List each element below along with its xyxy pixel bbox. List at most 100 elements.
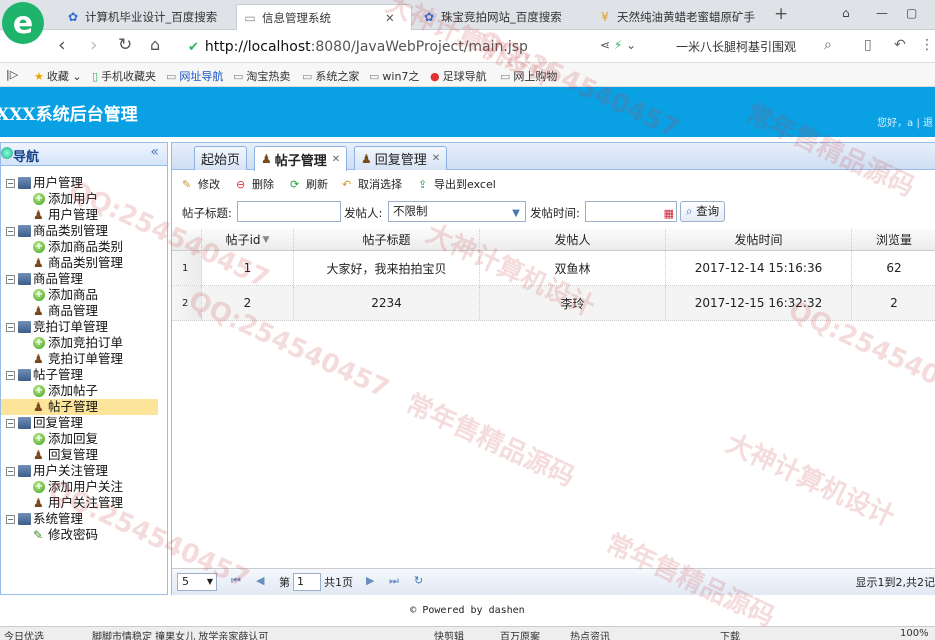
- sidebar-item[interactable]: + 添加帖子: [1, 383, 167, 399]
- sidebar-group[interactable]: − 帖子管理: [1, 367, 167, 383]
- column-header-views[interactable]: 浏览量: [852, 229, 935, 250]
- sidebar-group[interactable]: − 回复管理: [1, 415, 167, 431]
- sidebar-item[interactable]: ♟ 竞拍订单管理: [1, 351, 167, 367]
- edit-button[interactable]: ✎ 修改: [182, 176, 220, 192]
- shirt-icon[interactable]: ⌂: [842, 6, 850, 20]
- home-icon[interactable]: ⌂: [150, 35, 160, 54]
- sidebar-item[interactable]: ♟ 帖子管理: [1, 399, 158, 415]
- sidebar-item[interactable]: ♟ 用户管理: [1, 207, 167, 223]
- refresh-icon: ⟳: [290, 178, 300, 191]
- table-row[interactable]: 1 1 大家好，我来拍拍宝贝 双鱼林 2017-12-14 15:16:36 62: [172, 251, 935, 286]
- bookmark-shopping[interactable]: ▭ 网上购物: [500, 68, 557, 84]
- refresh-icon[interactable]: ↻: [414, 574, 423, 587]
- undo-icon[interactable]: ↶: [894, 37, 906, 53]
- query-button[interactable]: ⌕ 查询: [680, 201, 726, 222]
- bookmark-football[interactable]: ● 足球导航: [430, 68, 487, 84]
- status-item[interactable]: 百万原案: [500, 628, 540, 640]
- sidebar-group[interactable]: − 用户管理: [1, 175, 167, 191]
- page-number-input[interactable]: 1: [293, 573, 321, 591]
- collapse-toggle-icon[interactable]: −: [6, 515, 15, 524]
- status-item[interactable]: 脚脚市情稳定 撞果女儿 放学亲家薛认可: [92, 628, 268, 640]
- sidebar-toggle-icon[interactable]: |▷: [6, 68, 18, 81]
- title-search-input[interactable]: [237, 201, 341, 222]
- column-header-time[interactable]: 发帖时间: [666, 229, 852, 250]
- share-icon[interactable]: ⋖ ⚡ ⌄: [600, 38, 636, 52]
- last-page-icon[interactable]: ⏭: [389, 574, 399, 588]
- page-size-select[interactable]: 5 ▼: [177, 573, 217, 591]
- bookmark-xitong[interactable]: ▭ 系统之家: [302, 68, 359, 84]
- sidebar-item[interactable]: + 添加用户: [1, 191, 167, 207]
- prev-page-icon[interactable]: ◀: [256, 574, 264, 587]
- reload-icon[interactable]: ↻: [118, 35, 132, 55]
- column-header-title[interactable]: 帖子标题: [294, 229, 480, 250]
- collapse-toggle-icon[interactable]: −: [6, 179, 15, 188]
- status-item[interactable]: 快剪辑: [434, 628, 464, 640]
- collapse-toggle-icon[interactable]: −: [6, 419, 15, 428]
- sidebar-group[interactable]: − 商品类别管理: [1, 223, 167, 239]
- tab-home[interactable]: 起始页: [194, 146, 248, 170]
- sidebar-group[interactable]: − 商品管理: [1, 271, 167, 287]
- forward-icon[interactable]: ›: [90, 34, 98, 56]
- sidebar-item[interactable]: + 添加竞拍订单: [1, 335, 167, 351]
- sidebar-item[interactable]: ♟ 用户关注管理: [1, 495, 167, 511]
- sidebar-group[interactable]: − 用户关注管理: [1, 463, 167, 479]
- user-icon: ♟: [33, 304, 44, 318]
- browser-tab-2[interactable]: ▭ 信息管理系统 ✕: [236, 4, 412, 30]
- url-field[interactable]: ✔ http://localhost:8080/JavaWebProject/m…: [188, 35, 668, 59]
- minimize-icon[interactable]: —: [876, 6, 888, 20]
- search-hint[interactable]: 一米八长腿柯基引围观: [676, 38, 796, 55]
- sidebar-group[interactable]: − 系统管理: [1, 511, 167, 527]
- sidebar-item[interactable]: ♟ 商品管理: [1, 303, 167, 319]
- close-icon[interactable]: ✕: [432, 153, 440, 164]
- new-tab-icon[interactable]: +: [774, 4, 788, 24]
- collapse-toggle-icon[interactable]: −: [6, 467, 15, 476]
- sidebar-item[interactable]: ♟ 商品类别管理: [1, 255, 167, 271]
- column-header-id[interactable]: 帖子id ▼: [202, 229, 294, 250]
- sidebar-item[interactable]: ♟ 回复管理: [1, 447, 167, 463]
- sidebar-item[interactable]: ✎ 修改密码: [1, 527, 167, 543]
- tab-post-management[interactable]: ♟ 帖子管理 ✕: [254, 146, 348, 171]
- menu-icon[interactable]: ⋮: [920, 37, 934, 53]
- status-item[interactable]: 热点资讯: [570, 628, 610, 640]
- bookmark-nav[interactable]: ▭ 网址导航: [166, 68, 223, 84]
- status-item[interactable]: 今日优选: [4, 628, 44, 640]
- browser-tab-4[interactable]: ¥ 天然纯油黄蜡老蜜蜡原矿手: [592, 4, 768, 30]
- collapse-toggle-icon[interactable]: −: [6, 323, 15, 332]
- first-page-icon[interactable]: ⏮: [231, 574, 241, 588]
- search-icon[interactable]: ⌕: [824, 37, 832, 53]
- collapse-toggle-icon[interactable]: −: [6, 371, 15, 380]
- collapse-icon[interactable]: «: [150, 144, 159, 160]
- phone-icon[interactable]: ▯: [864, 37, 872, 53]
- sidebar-item[interactable]: + 添加回复: [1, 431, 167, 447]
- sidebar-item[interactable]: + 添加商品类别: [1, 239, 167, 255]
- status-item[interactable]: 下载: [720, 628, 740, 640]
- calendar-icon[interactable]: ▦: [664, 204, 674, 223]
- refresh-button[interactable]: ⟳ 刷新: [290, 176, 328, 192]
- bookmark-win7[interactable]: ▭ win7之: [369, 68, 419, 84]
- browser-tab-1[interactable]: ✿ 计算机毕业设计_百度搜索: [60, 4, 230, 30]
- close-icon[interactable]: ✕: [332, 154, 340, 165]
- bookmark-mobile[interactable]: ▯ 手机收藏夹: [92, 68, 156, 84]
- tab-reply-management[interactable]: ♟ 回复管理 ✕: [354, 146, 448, 170]
- cancel-selection-button[interactable]: ↶ 取消选择: [342, 176, 402, 192]
- back-icon[interactable]: ‹: [58, 34, 66, 56]
- next-page-icon[interactable]: ▶: [366, 574, 374, 587]
- table-row[interactable]: 2 2 2234 李玲 2017-12-15 16:32:32 2: [172, 286, 935, 321]
- time-search-input[interactable]: ▦: [585, 201, 677, 222]
- restore-icon[interactable]: ▢: [906, 6, 917, 20]
- export-excel-button[interactable]: ⇪ 导出到excel: [418, 176, 496, 192]
- browser-tab-3[interactable]: ✿ 珠宝竞拍网站_百度搜索: [416, 4, 588, 30]
- bookmark-taobao[interactable]: ▭ 淘宝热卖: [233, 68, 290, 84]
- sidebar-item[interactable]: + 添加用户关注: [1, 479, 167, 495]
- zoom-level[interactable]: 100%: [900, 628, 929, 639]
- sidebar-item[interactable]: + 添加商品: [1, 287, 167, 303]
- bookmark-favorites[interactable]: ★ 收藏 ⌄: [34, 68, 82, 84]
- column-header-poster[interactable]: 发帖人: [480, 229, 666, 250]
- delete-button[interactable]: ⊖ 删除: [236, 176, 274, 192]
- collapse-toggle-icon[interactable]: −: [6, 275, 15, 284]
- close-icon[interactable]: ✕: [385, 11, 395, 25]
- user-greeting[interactable]: 您好，a | 退: [877, 114, 933, 129]
- sidebar-group[interactable]: − 竞拍订单管理: [1, 319, 167, 335]
- poster-select[interactable]: 不限制 ▼: [388, 201, 526, 222]
- collapse-toggle-icon[interactable]: −: [6, 227, 15, 236]
